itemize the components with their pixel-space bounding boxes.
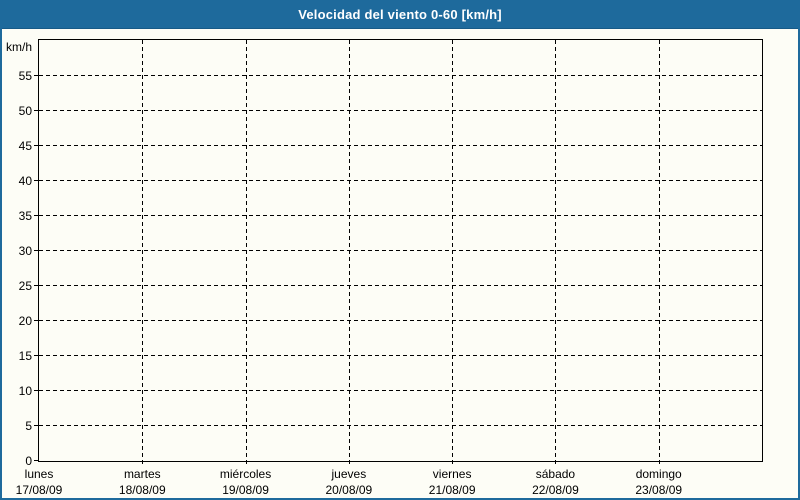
y-tick-mark: [34, 145, 39, 146]
y-tick-mark: [34, 180, 39, 181]
x-gridline: [555, 40, 556, 466]
x-day-date: 17/08/09: [16, 482, 63, 498]
x-day-name: sábado: [536, 467, 575, 481]
y-tick-label: 50: [19, 104, 32, 118]
y-tick-mark: [34, 285, 39, 286]
x-tick-label: sábado22/08/09: [532, 466, 579, 498]
y-tick-mark: [34, 460, 39, 461]
x-day-name: jueves: [332, 467, 367, 481]
x-gridline: [246, 40, 247, 466]
x-tick-label: viernes21/08/09: [429, 466, 476, 498]
x-gridline: [452, 40, 453, 466]
x-gridline: [142, 40, 143, 466]
y-tick-label: 40: [19, 174, 32, 188]
y-tick-label: 20: [19, 314, 32, 328]
x-tick-label: martes18/08/09: [119, 466, 166, 498]
x-gridline: [659, 40, 660, 466]
y-tick-label: 45: [19, 139, 32, 153]
y-tick-label: 55: [19, 69, 32, 83]
y-tick-label: 10: [19, 384, 32, 398]
x-gridline: [349, 40, 350, 466]
x-day-date: 18/08/09: [119, 482, 166, 498]
x-day-name: domingo: [636, 467, 682, 481]
y-tick-mark: [34, 215, 39, 216]
plot-area: km/h 0510152025303540455055lunes17/08/09…: [38, 39, 763, 462]
y-tick-mark: [34, 75, 39, 76]
y-gridline: [39, 320, 762, 321]
y-gridline: [39, 425, 762, 426]
y-gridline: [39, 250, 762, 251]
y-gridline: [39, 285, 762, 286]
x-day-name: miércoles: [220, 467, 271, 481]
x-day-name: martes: [124, 467, 161, 481]
chart-title: Velocidad del viento 0-60 [km/h]: [298, 7, 502, 22]
x-tick-label: jueves20/08/09: [325, 466, 372, 498]
x-day-date: 22/08/09: [532, 482, 579, 498]
y-tick-label: 5: [25, 419, 32, 433]
y-tick-label: 30: [19, 244, 32, 258]
chart-title-bar: Velocidad del viento 0-60 [km/h]: [2, 2, 798, 29]
chart-window: Velocidad del viento 0-60 [km/h] km/h 05…: [0, 0, 800, 500]
y-gridline: [39, 145, 762, 146]
x-day-date: 23/08/09: [635, 482, 682, 498]
chart-area: km/h 0510152025303540455055lunes17/08/09…: [2, 29, 798, 498]
x-tick-label: miércoles19/08/09: [220, 466, 271, 498]
y-tick-label: 15: [19, 349, 32, 363]
y-tick-label: 25: [19, 279, 32, 293]
y-gridline: [39, 390, 762, 391]
y-tick-mark: [34, 355, 39, 356]
x-day-date: 21/08/09: [429, 482, 476, 498]
x-day-date: 20/08/09: [325, 482, 372, 498]
y-gridline: [39, 110, 762, 111]
y-tick-mark: [34, 110, 39, 111]
x-day-date: 19/08/09: [220, 482, 271, 498]
x-tick-label: domingo23/08/09: [635, 466, 682, 498]
y-gridline: [39, 215, 762, 216]
y-tick-mark: [34, 250, 39, 251]
y-tick-label: 35: [19, 209, 32, 223]
y-axis-unit-label: km/h: [6, 40, 32, 54]
y-tick-mark: [34, 390, 39, 391]
y-gridline: [39, 355, 762, 356]
x-day-name: lunes: [25, 467, 54, 481]
y-tick-mark: [34, 320, 39, 321]
y-gridline: [39, 180, 762, 181]
y-gridline: [39, 75, 762, 76]
x-day-name: viernes: [433, 467, 472, 481]
x-tick-label: lunes17/08/09: [16, 466, 63, 498]
y-tick-mark: [34, 425, 39, 426]
